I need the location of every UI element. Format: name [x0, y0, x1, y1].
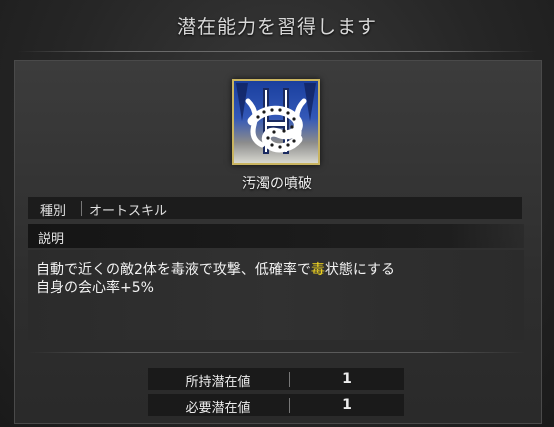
- corrosive-tentacle-emblem-icon: [234, 81, 318, 163]
- owned-potential-label: 所持潜在値: [185, 375, 251, 390]
- description-line-2: 自身の会心率+5%: [36, 280, 154, 296]
- type-label: 種別: [40, 204, 67, 219]
- description-line-1: 自動で近くの敵2体を毒液で攻撃、低確率で毒状態にする: [36, 259, 395, 279]
- description-line-1-before: 自動で近くの敵2体を毒液で攻撃、低確率で: [36, 262, 311, 278]
- poison-keyword: 毒: [310, 262, 325, 278]
- required-potential-value: 1: [342, 397, 352, 413]
- description-header-label: 説明: [38, 232, 65, 247]
- description-header: 説明: [28, 224, 524, 248]
- stats-divider: [28, 352, 526, 353]
- skill-icon: [232, 79, 320, 165]
- skill-type-row: 種別 オートスキル: [28, 197, 522, 219]
- owned-potential-value: 1: [342, 371, 352, 387]
- type-divider: [81, 201, 82, 216]
- type-value: オートスキル: [89, 204, 168, 219]
- title-divider: [18, 51, 536, 52]
- description-box: 自動で近くの敵2体を毒液で攻撃、低確率で毒状態にする 自身の会心率+5%: [28, 250, 524, 340]
- owned-potential-row: 所持潜在値 1: [148, 368, 404, 390]
- skill-name: 汚濁の噴破: [242, 176, 312, 192]
- required-potential-label: 必要潜在値: [185, 401, 251, 416]
- dialog-title: 潜在能力を習得します: [176, 16, 377, 38]
- description-line-1-after: 状態にする: [324, 262, 396, 278]
- required-potential-row: 必要潜在値 1: [148, 394, 404, 416]
